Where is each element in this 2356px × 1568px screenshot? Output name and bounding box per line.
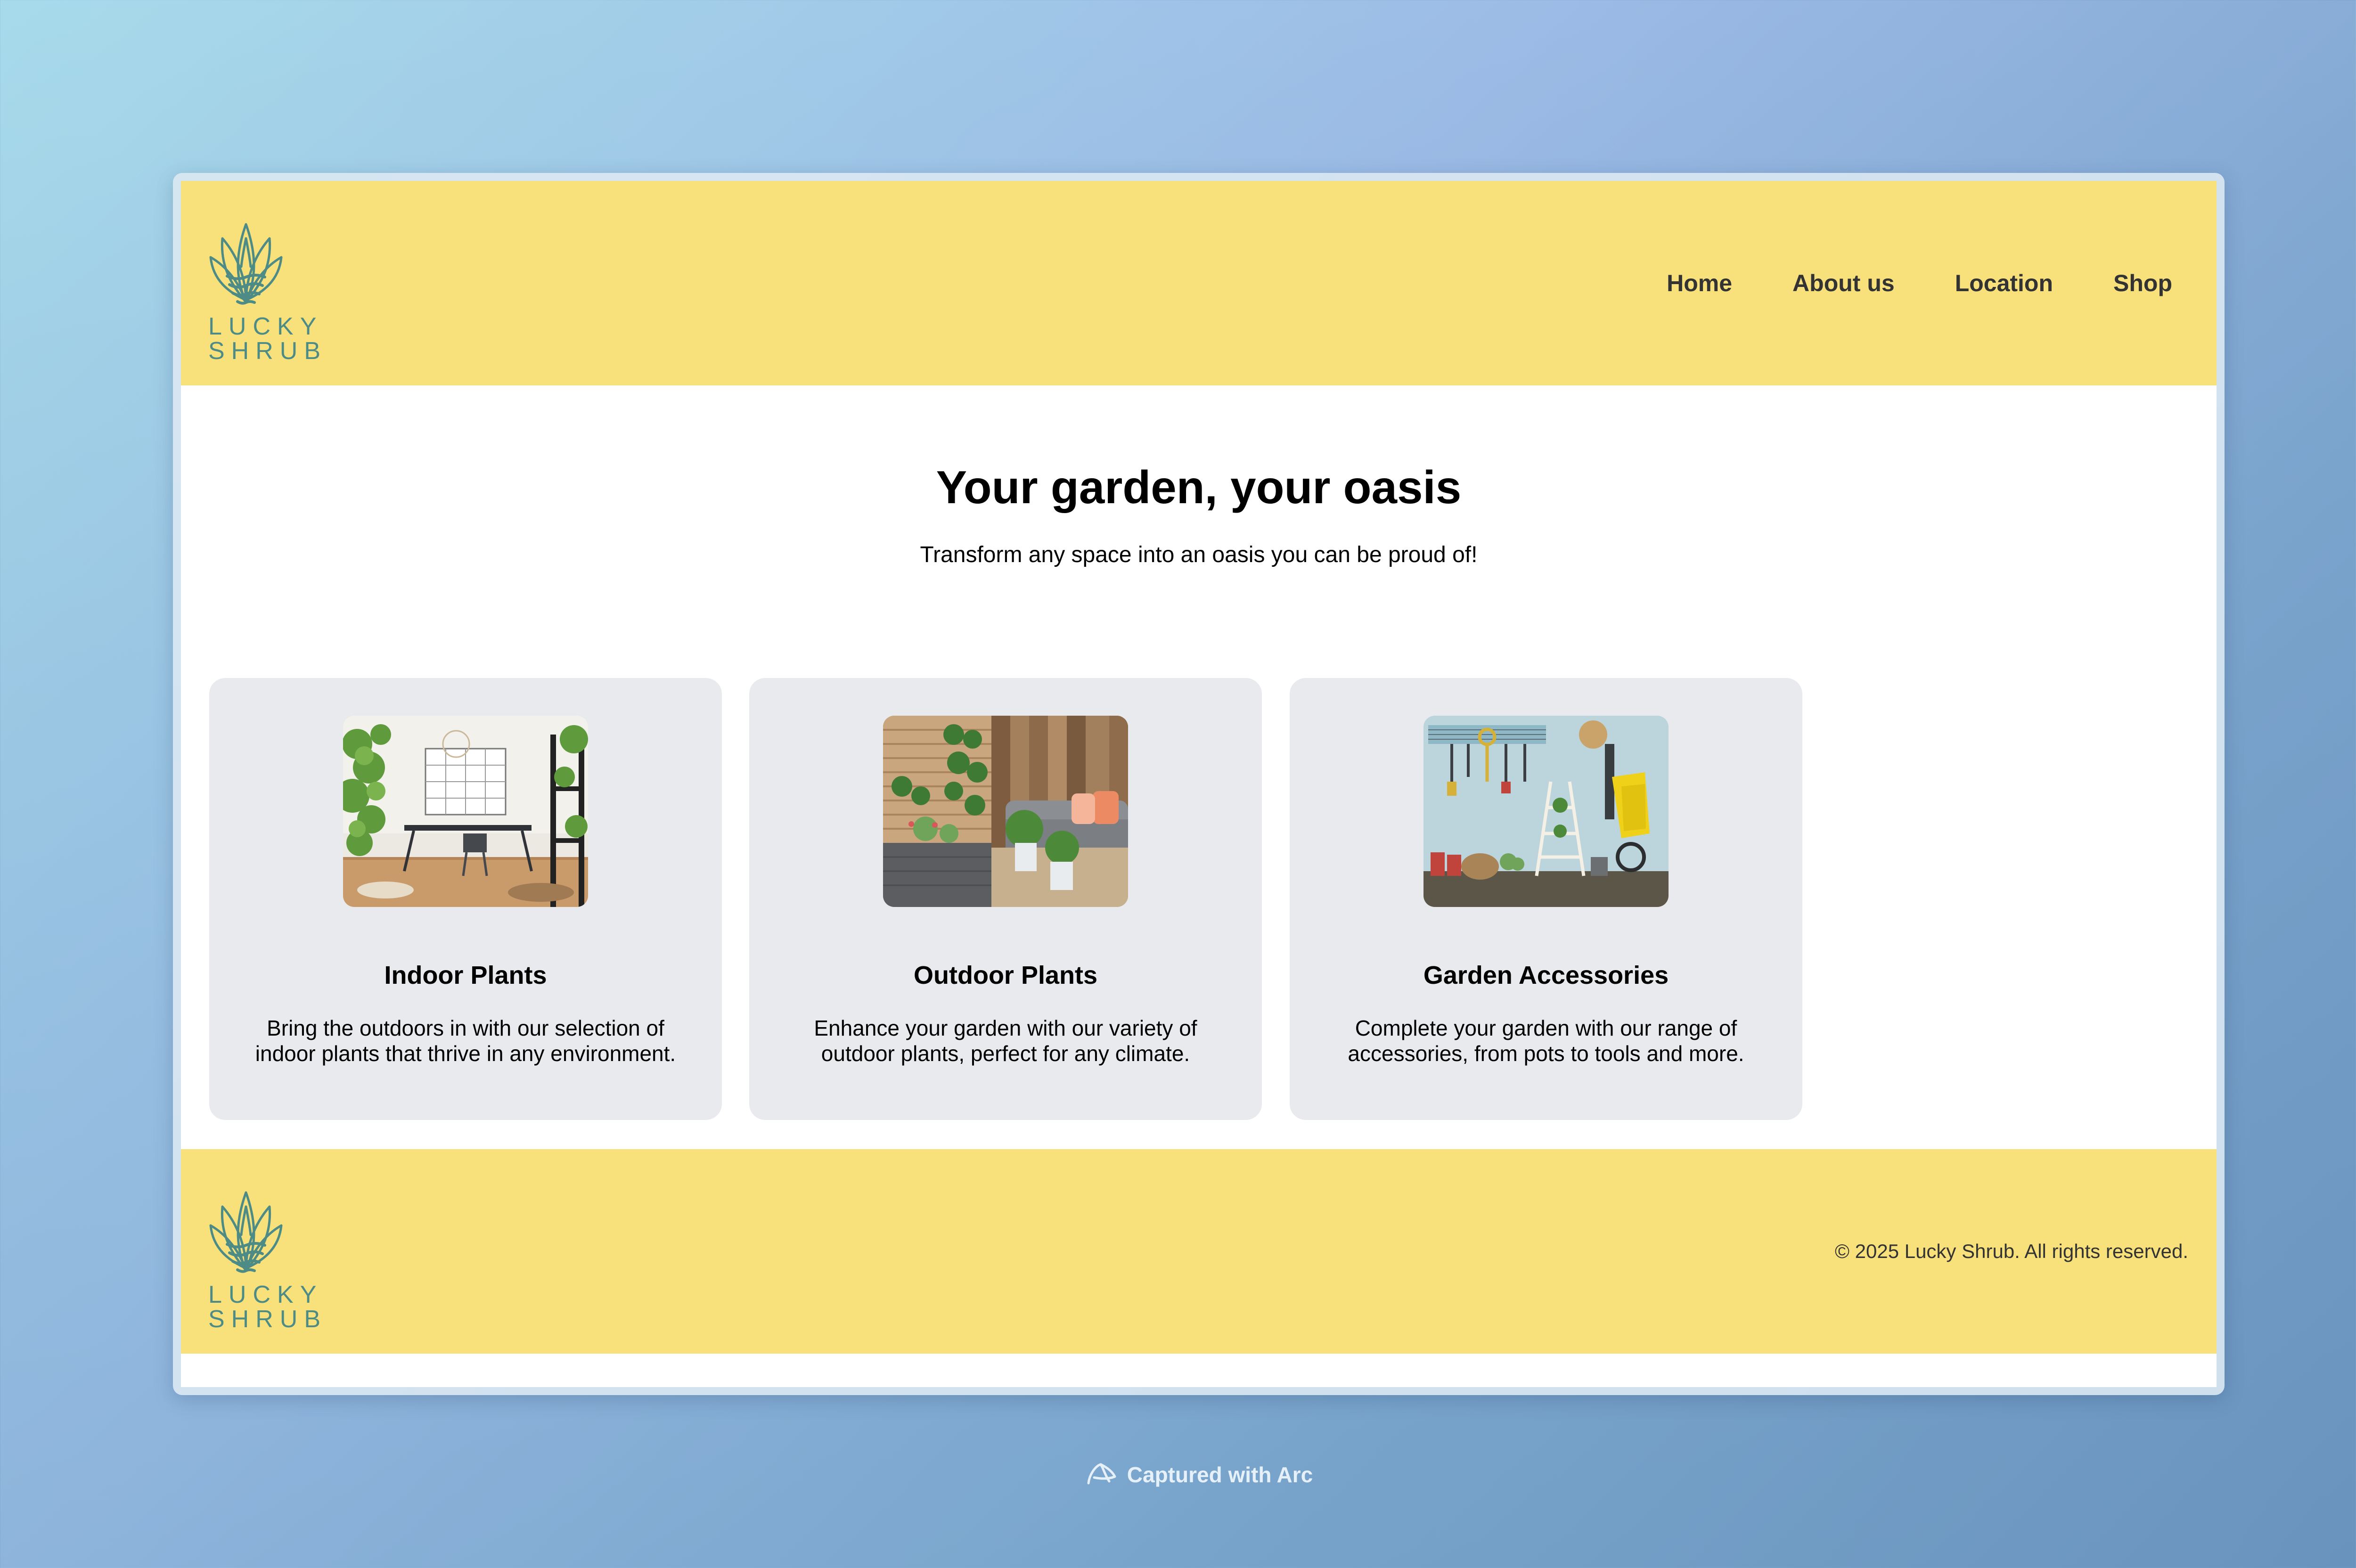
site-header: LUCKY SHRUB Home About us Location Shop xyxy=(181,181,2217,385)
logo-wordmark: LUCKY SHRUB xyxy=(208,1281,327,1333)
card-title: Garden Accessories xyxy=(1423,961,1669,989)
hero-title: Your garden, your oasis xyxy=(936,461,1462,513)
shrub-logo-icon xyxy=(209,223,283,305)
arc-logo-icon xyxy=(1087,1463,1116,1485)
indoor-plants-image xyxy=(343,716,588,907)
capture-watermark: Captured with Arc xyxy=(0,1461,2356,1489)
main-nav: Home About us Location Shop xyxy=(1667,181,2172,385)
card-description: Enhance your garden with our variety of … xyxy=(814,1016,1197,1066)
browser-window: LUCKY SHRUB Home About us Location Shop … xyxy=(173,173,2225,1395)
capture-label: Captured with Arc xyxy=(1127,1462,1313,1487)
hero-subtitle: Transform any space into an oasis you ca… xyxy=(920,542,1478,567)
card-title: Indoor Plants xyxy=(384,961,547,989)
footer-logo[interactable]: LUCKY SHRUB xyxy=(208,1174,327,1333)
card-description: Complete your garden with our range of a… xyxy=(1348,1016,1744,1066)
shrub-logo-icon xyxy=(209,1191,283,1273)
outdoor-plants-image xyxy=(883,716,1128,907)
nav-about-link[interactable]: About us xyxy=(1792,270,1895,297)
site-footer: LUCKY SHRUB © 2025 Lucky Shrub. All righ… xyxy=(181,1149,2217,1354)
category-card-accessories[interactable]: Garden Accessories Complete your garden … xyxy=(1290,678,1802,1120)
nav-shop-link[interactable]: Shop xyxy=(2113,270,2172,297)
nav-location-link[interactable]: Location xyxy=(1955,270,2053,297)
logo-wordmark: LUCKY SHRUB xyxy=(208,313,327,365)
card-description: Bring the outdoors in with our selection… xyxy=(255,1016,676,1066)
nav-home-link[interactable]: Home xyxy=(1667,270,1732,297)
category-card-indoor[interactable]: Indoor Plants Bring the outdoors in with… xyxy=(209,678,722,1120)
garden-accessories-image xyxy=(1423,716,1669,907)
copyright-text: © 2025 Lucky Shrub. All rights reserved. xyxy=(1835,1240,2188,1262)
category-card-outdoor[interactable]: Outdoor Plants Enhance your garden with … xyxy=(749,678,1262,1120)
web-page: LUCKY SHRUB Home About us Location Shop … xyxy=(181,181,2217,1387)
card-title: Outdoor Plants xyxy=(914,961,1097,989)
header-logo[interactable]: LUCKY SHRUB xyxy=(208,205,327,365)
